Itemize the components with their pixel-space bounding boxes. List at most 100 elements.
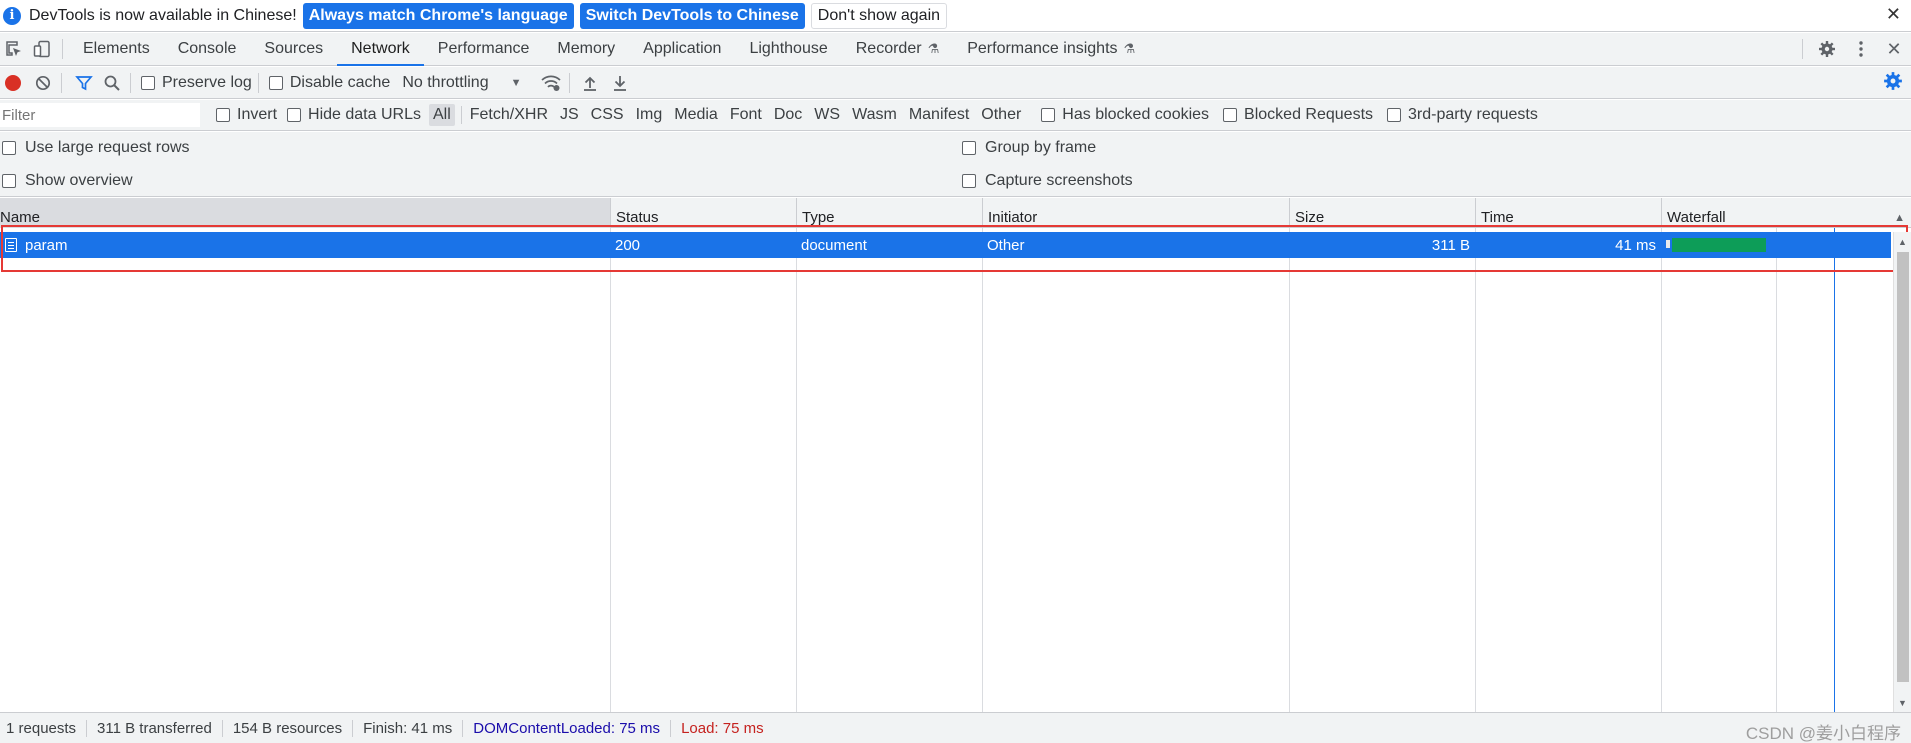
group-by-frame-checkbox[interactable]: Group by frame bbox=[962, 139, 1096, 157]
filter-type-all[interactable]: All bbox=[428, 104, 455, 126]
column-header-size[interactable]: Size bbox=[1289, 198, 1475, 228]
more-options-icon[interactable] bbox=[1845, 41, 1877, 57]
filter-type-ws[interactable]: WS bbox=[810, 104, 844, 126]
inspect-element-icon[interactable] bbox=[0, 33, 28, 65]
settings-gear-icon[interactable] bbox=[1809, 40, 1845, 58]
show-overview-label: Show overview bbox=[25, 172, 133, 189]
column-header-time[interactable]: Time bbox=[1475, 198, 1661, 228]
tab-sources[interactable]: Sources bbox=[250, 33, 337, 65]
toolbar-divider bbox=[130, 72, 131, 93]
tab-memory[interactable]: Memory bbox=[543, 33, 629, 65]
checkbox-box[interactable] bbox=[216, 108, 230, 122]
filter-type-media[interactable]: Media bbox=[670, 104, 722, 126]
filter-type-js[interactable]: JS bbox=[556, 104, 583, 126]
devtools-tabbar: Elements Console Sources Network Perform… bbox=[0, 33, 1911, 66]
device-toolbar-icon[interactable] bbox=[28, 33, 56, 65]
filter-bar: Invert Hide data URLs All Fetch/XHR JS C… bbox=[0, 100, 1911, 131]
checkbox-box[interactable] bbox=[962, 174, 976, 188]
checkbox-box[interactable] bbox=[1041, 108, 1056, 122]
third-party-requests-checkbox[interactable]: 3rd-party requests bbox=[1387, 106, 1538, 124]
always-match-language-button[interactable]: Always match Chrome's language bbox=[302, 2, 574, 29]
record-icon[interactable] bbox=[5, 74, 21, 91]
tab-console[interactable]: Console bbox=[164, 33, 251, 65]
blocked-requests-checkbox[interactable]: Blocked Requests bbox=[1223, 106, 1373, 124]
dropdown-caret-icon: ▼ bbox=[510, 76, 522, 89]
checkbox-box[interactable] bbox=[2, 174, 16, 188]
checkbox-box[interactable] bbox=[962, 141, 976, 155]
request-table-header: Name Status Type Initiator Size Time Wat… bbox=[0, 198, 1911, 228]
close-devtools-icon[interactable]: ✕ bbox=[1877, 39, 1911, 60]
column-divider bbox=[1661, 228, 1662, 712]
filter-type-fetch-xhr[interactable]: Fetch/XHR bbox=[466, 104, 552, 126]
checkbox-box[interactable] bbox=[287, 108, 302, 122]
scroll-down-icon[interactable]: ▼ bbox=[1898, 698, 1907, 708]
checkbox-box[interactable] bbox=[2, 141, 16, 155]
filter-type-font[interactable]: Font bbox=[726, 104, 766, 126]
column-divider bbox=[1289, 228, 1290, 712]
language-infobar: i DevTools is now available in Chinese! … bbox=[0, 0, 1911, 32]
switch-to-chinese-button[interactable]: Switch DevTools to Chinese bbox=[579, 2, 805, 29]
finish-time: Finish: 41 ms bbox=[353, 719, 464, 737]
resources-size: 154 B resources bbox=[223, 719, 354, 737]
preserve-log-checkbox[interactable]: Preserve log bbox=[141, 74, 252, 92]
checkbox-box[interactable] bbox=[1387, 108, 1402, 122]
clear-icon[interactable] bbox=[31, 71, 55, 95]
capture-screenshots-label: Capture screenshots bbox=[985, 172, 1133, 189]
waterfall-gridline bbox=[1776, 228, 1777, 712]
tab-lighthouse[interactable]: Lighthouse bbox=[735, 33, 841, 65]
filter-type-wasm[interactable]: Wasm bbox=[848, 104, 901, 126]
column-header-status[interactable]: Status bbox=[610, 198, 796, 228]
hide-data-urls-checkbox[interactable]: Hide data URLs bbox=[287, 106, 421, 124]
import-har-icon[interactable] bbox=[578, 71, 602, 95]
export-har-icon[interactable] bbox=[608, 71, 632, 95]
waterfall-label: Waterfall bbox=[1667, 209, 1726, 226]
has-blocked-cookies-label: Has blocked cookies bbox=[1062, 106, 1210, 123]
throttling-select[interactable]: No throttling ▼ bbox=[402, 74, 521, 92]
third-party-requests-label: 3rd-party requests bbox=[1408, 106, 1538, 123]
tab-performance-insights-label: Performance insights bbox=[967, 40, 1118, 57]
large-request-rows-checkbox[interactable]: Use large request rows bbox=[2, 139, 190, 157]
filter-type-doc[interactable]: Doc bbox=[770, 104, 806, 126]
scrollbar-thumb[interactable] bbox=[1897, 252, 1909, 682]
column-divider bbox=[1475, 228, 1476, 712]
filter-type-css[interactable]: CSS bbox=[587, 104, 628, 126]
toolbar-divider bbox=[257, 72, 259, 93]
checkbox-box[interactable] bbox=[141, 75, 155, 90]
scroll-up-icon[interactable]: ▲ bbox=[1898, 237, 1907, 247]
capture-screenshots-checkbox[interactable]: Capture screenshots bbox=[962, 172, 1133, 190]
flask-icon: ⚗ bbox=[1123, 41, 1136, 56]
info-icon: i bbox=[3, 6, 21, 25]
network-conditions-icon[interactable] bbox=[539, 71, 563, 95]
column-divider bbox=[796, 228, 797, 712]
column-header-type[interactable]: Type bbox=[796, 198, 982, 228]
invert-checkbox[interactable]: Invert bbox=[216, 106, 277, 124]
search-icon[interactable] bbox=[100, 71, 124, 95]
blocked-requests-label: Blocked Requests bbox=[1244, 106, 1374, 123]
dont-show-again-button[interactable]: Don't show again bbox=[810, 2, 948, 29]
column-header-waterfall[interactable]: Waterfall ▲ bbox=[1661, 198, 1911, 228]
filter-type-manifest[interactable]: Manifest bbox=[905, 104, 973, 126]
filter-icon[interactable] bbox=[72, 71, 96, 95]
network-settings-gear-icon[interactable] bbox=[1883, 71, 1903, 95]
tabbar-actions: ✕ bbox=[1796, 33, 1911, 65]
checkbox-box[interactable] bbox=[1223, 108, 1238, 122]
column-header-name[interactable]: Name bbox=[0, 198, 610, 228]
infobar-close-icon[interactable]: ✕ bbox=[1886, 4, 1901, 25]
has-blocked-cookies-checkbox[interactable]: Has blocked cookies bbox=[1041, 106, 1209, 124]
tab-performance-insights[interactable]: Performance insights ⚗ bbox=[953, 33, 1149, 65]
tab-network[interactable]: Network bbox=[337, 33, 424, 66]
tab-elements[interactable]: Elements bbox=[69, 33, 164, 65]
table-scrollbar[interactable]: ▲ ▼ bbox=[1893, 232, 1911, 712]
tab-performance[interactable]: Performance bbox=[424, 33, 544, 65]
tab-application[interactable]: Application bbox=[629, 33, 735, 65]
filter-input[interactable] bbox=[0, 103, 200, 127]
checkbox-box[interactable] bbox=[268, 75, 283, 90]
group-by-frame-label: Group by frame bbox=[985, 139, 1097, 156]
filter-type-img[interactable]: Img bbox=[632, 104, 667, 126]
tab-recorder[interactable]: Recorder ⚗ bbox=[842, 33, 953, 65]
filter-type-other[interactable]: Other bbox=[977, 104, 1025, 126]
show-overview-checkbox[interactable]: Show overview bbox=[2, 172, 133, 190]
column-header-initiator[interactable]: Initiator bbox=[982, 198, 1289, 228]
watermark: CSDN @姜小白程序 bbox=[1745, 724, 1901, 743]
disable-cache-checkbox[interactable]: Disable cache bbox=[268, 74, 390, 92]
